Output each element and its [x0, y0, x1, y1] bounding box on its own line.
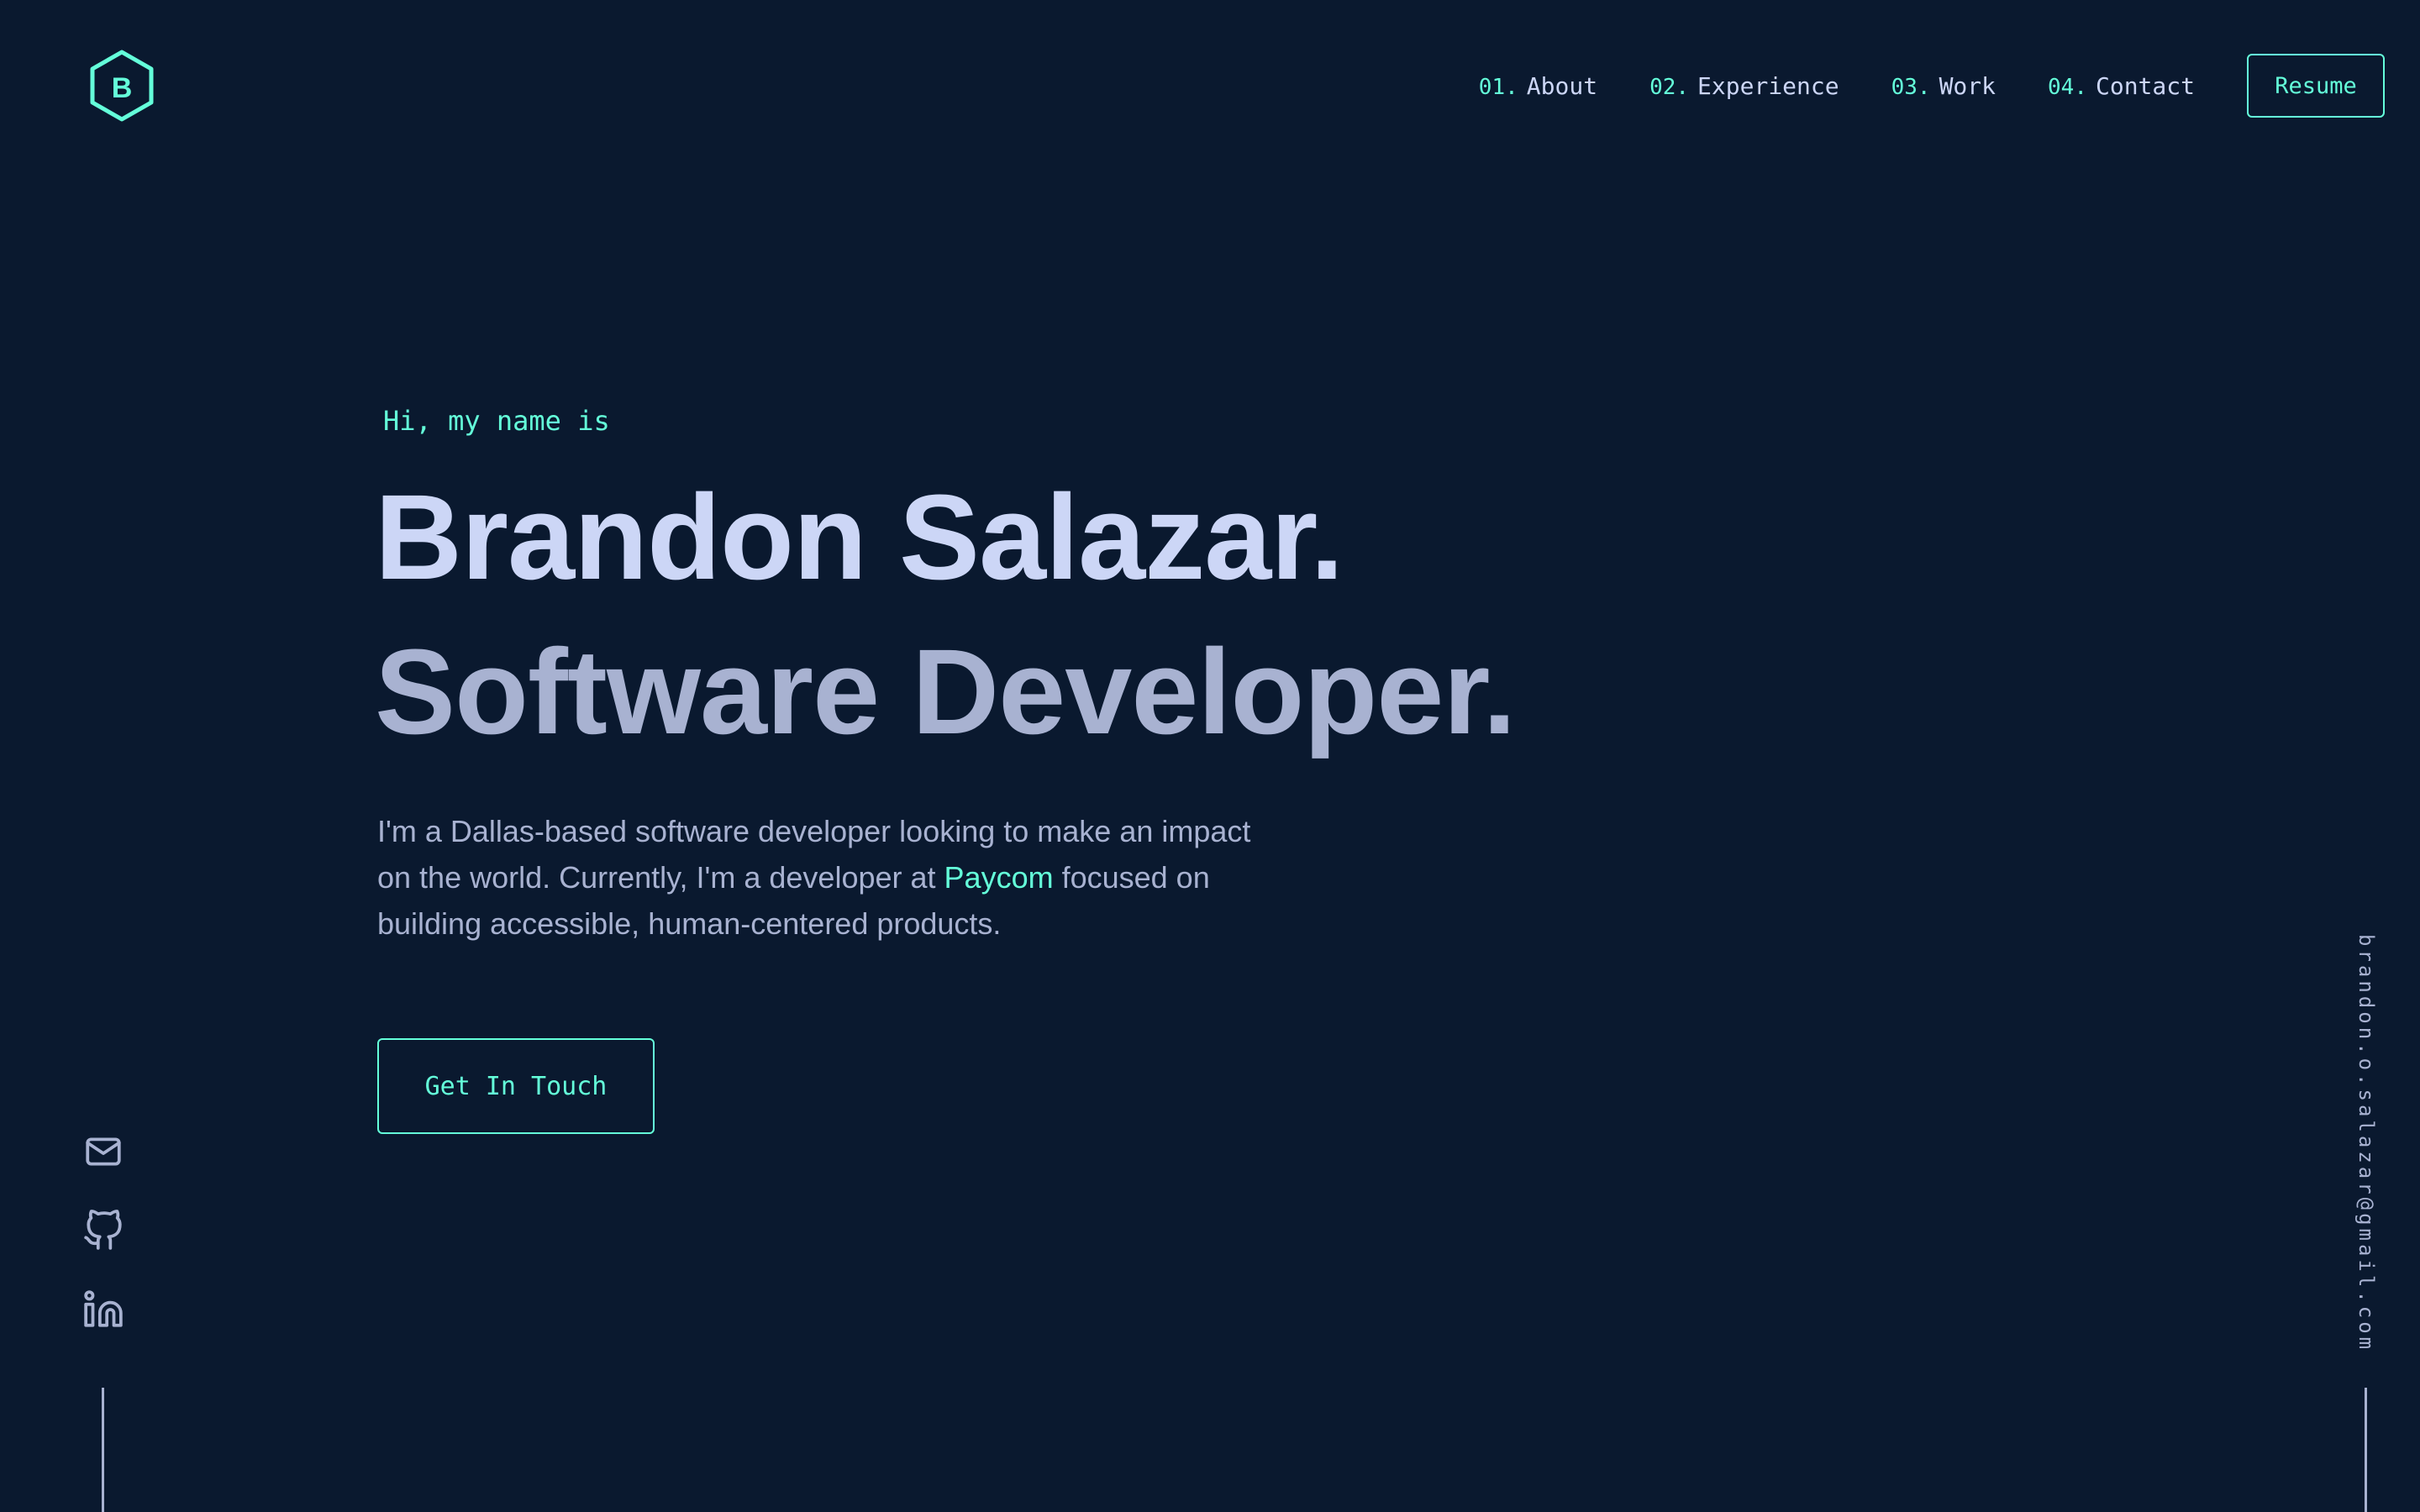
bio-line-2-suffix: focused on [1053, 860, 1210, 895]
nav-item-about[interactable]: 01. About [1479, 72, 1597, 100]
left-rail-line [102, 1388, 104, 1512]
nav-number: 02. [1649, 74, 1690, 100]
nav-item-contact[interactable]: 04. Contact [2048, 72, 2195, 100]
main-nav: 01. About 02. Experience 03. Work 04. Co… [1479, 52, 2385, 119]
email-link[interactable]: brandon.o.salazar@gmail.com [2353, 934, 2378, 1352]
nav-number: 04. [2048, 74, 2087, 100]
nav-number: 01. [1478, 74, 1518, 100]
intro-text: Hi, my name is [383, 405, 610, 437]
nav-item-work[interactable]: 03. Work [1891, 72, 1996, 100]
linkedin-icon[interactable] [82, 1289, 124, 1331]
nav-label: About [1526, 71, 1598, 100]
logo[interactable]: B [89, 49, 155, 123]
hero-role: Software Developer. [375, 624, 1517, 759]
nav-label: Experience [1697, 71, 1839, 100]
hero-name: Brandon Salazar. [375, 470, 1344, 605]
bio-line-3: building accessible, human-centered prod… [377, 906, 1002, 941]
logo-letter: B [112, 72, 133, 104]
nav-label: Work [1939, 71, 1996, 100]
get-in-touch-button[interactable]: Get In Touch [377, 1038, 655, 1134]
mail-icon[interactable] [82, 1131, 124, 1173]
right-rail-line [2365, 1388, 2367, 1512]
nav-number: 03. [1891, 74, 1931, 100]
github-icon[interactable] [82, 1210, 124, 1252]
bio-line-1: I'm a Dallas-based software developer lo… [377, 814, 1251, 848]
company-link[interactable]: Paycom [944, 860, 1054, 895]
nav-item-experience[interactable]: 02. Experience [1649, 72, 1839, 100]
nav-label: Contact [2095, 71, 2195, 100]
social-links [82, 1131, 124, 1368]
hexagon-icon: B [90, 50, 154, 122]
resume-button[interactable]: Resume [2247, 54, 2385, 118]
bio-line-2: on the world. Currently, I'm a developer… [377, 854, 1302, 900]
hero-bio: I'm a Dallas-based software developer lo… [377, 808, 1302, 947]
bio-line-2-prefix: on the world. Currently, I'm a developer… [377, 860, 944, 895]
